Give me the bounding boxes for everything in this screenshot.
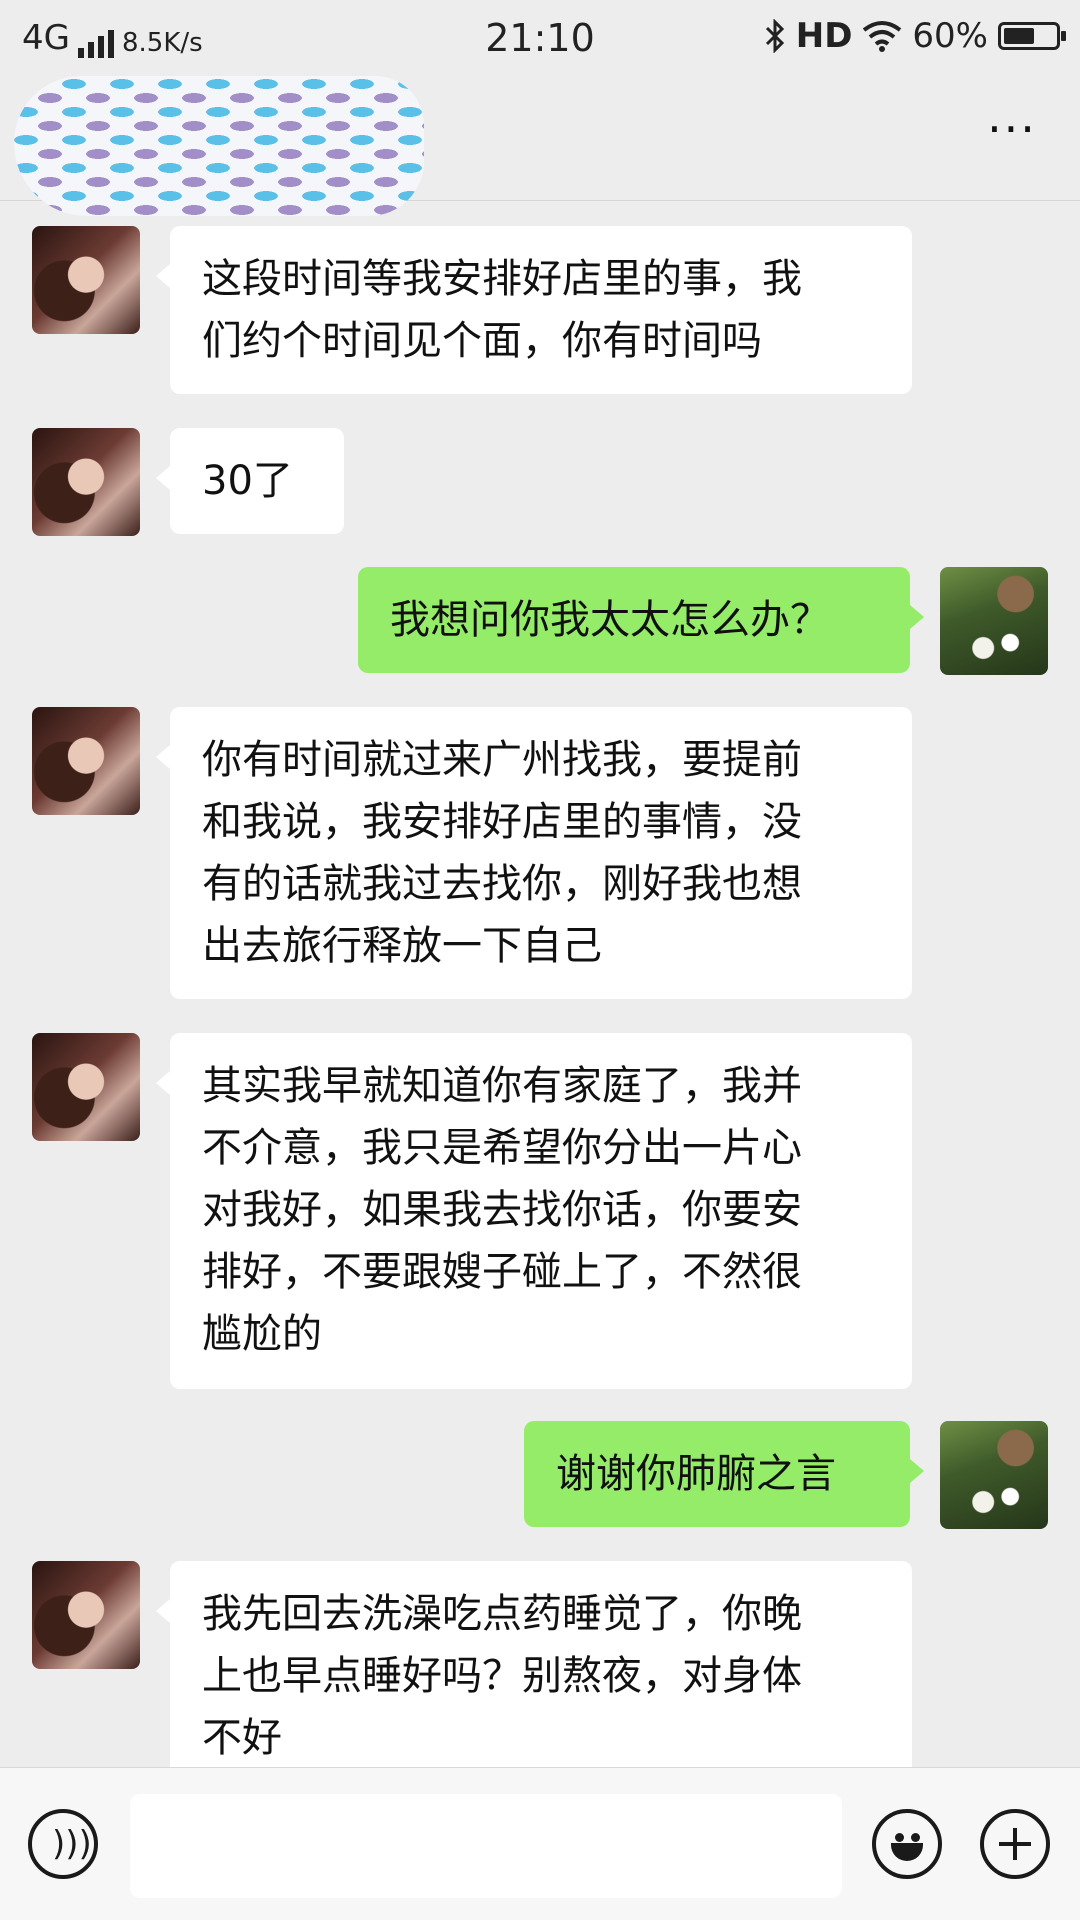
chat-header: ··· bbox=[0, 76, 1080, 216]
input-bar: ))) bbox=[0, 1767, 1080, 1920]
more-functions-button[interactable] bbox=[980, 1809, 1050, 1879]
wifi-icon bbox=[863, 21, 902, 52]
plus-icon-vertical bbox=[1013, 1828, 1017, 1860]
emoji-mouth bbox=[891, 1843, 923, 1861]
voice-icon: ))) bbox=[52, 1824, 92, 1864]
message-input[interactable] bbox=[130, 1794, 842, 1898]
contact-avatar[interactable] bbox=[32, 226, 140, 334]
my-avatar[interactable] bbox=[940, 567, 1048, 675]
contact-avatar[interactable] bbox=[32, 707, 140, 815]
message-bubble-received: 30了 bbox=[156, 428, 344, 534]
emoji-button[interactable] bbox=[872, 1809, 942, 1879]
emoji-eye bbox=[911, 1833, 920, 1842]
redacted-contact-name bbox=[14, 76, 424, 216]
contact-avatar[interactable] bbox=[32, 428, 140, 536]
message-bubble-received: 其实我早就知道你有家庭了，我并 不介意，我只是希望你分出一片心 对我好，如果我去… bbox=[156, 1033, 912, 1389]
contact-avatar[interactable] bbox=[32, 1033, 140, 1141]
message-bubble-sent: 谢谢你肺腑之言 bbox=[524, 1421, 924, 1527]
hd-indicator: HD bbox=[795, 16, 853, 56]
status-bar: 4G 8.5K/s 21:10 HD 60% bbox=[0, 0, 1080, 76]
voice-button[interactable]: ))) bbox=[28, 1809, 98, 1879]
chat-screen: 4G 8.5K/s 21:10 HD 60% ··· 这段时间等我安排好店里的事… bbox=[0, 0, 1080, 1920]
contact-avatar[interactable] bbox=[32, 1561, 140, 1669]
bluetooth-icon bbox=[765, 19, 784, 53]
battery-percent: 60% bbox=[912, 16, 988, 56]
more-options-button[interactable]: ··· bbox=[982, 106, 1042, 154]
battery-icon bbox=[998, 22, 1066, 50]
emoji-icon bbox=[895, 1833, 904, 1842]
message-bubble-received: 我先回去洗澡吃点药睡觉了，你晚 上也早点睡好吗？别熬夜，对身体 不好 bbox=[156, 1561, 912, 1791]
message-bubble-received: 你有时间就过来广州找我，要提前 和我说，我安排好店里的事情，没 有的话就我过去找… bbox=[156, 707, 912, 999]
message-bubble-received: 这段时间等我安排好店里的事，我 们约个时间见个面，你有时间吗 bbox=[156, 226, 912, 394]
message-bubble-sent: 我想问你我太太怎么办？ bbox=[358, 567, 924, 673]
my-avatar[interactable] bbox=[940, 1421, 1048, 1529]
